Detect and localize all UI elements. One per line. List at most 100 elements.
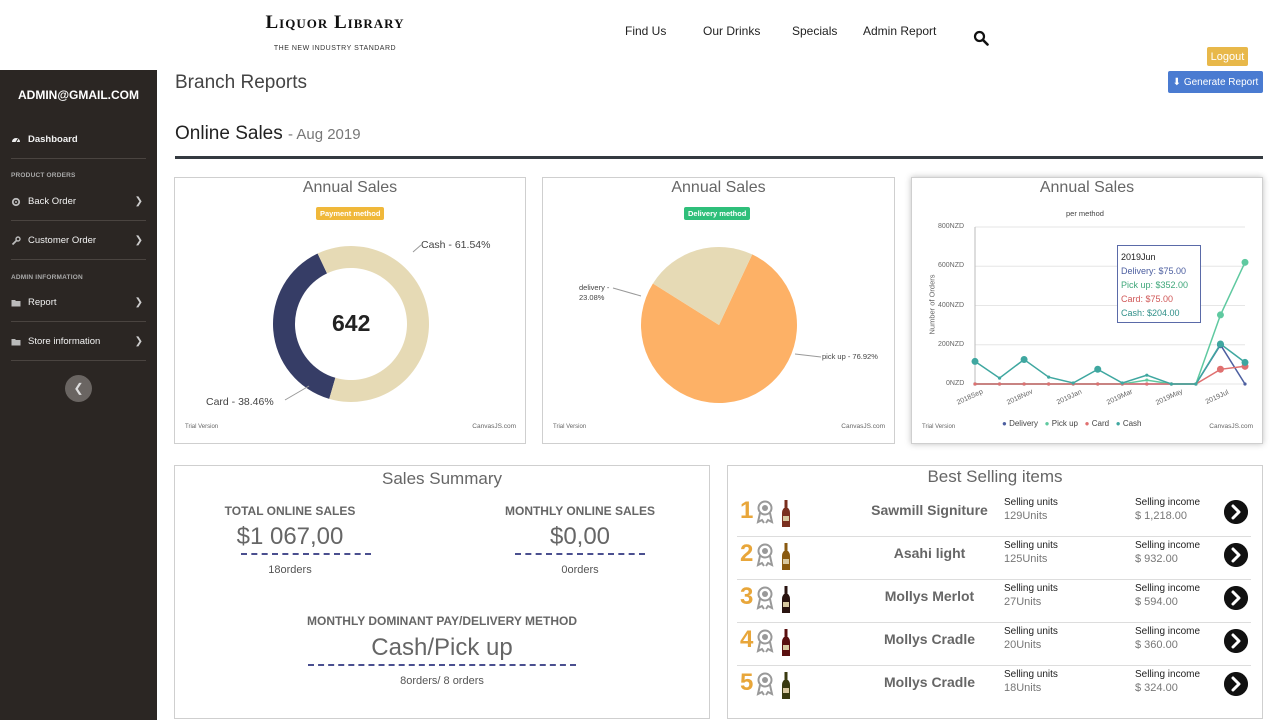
trial-version-label: Trial Version xyxy=(922,424,956,430)
sales-summary-card: Sales Summary TOTAL ONLINE SALES $1 067,… xyxy=(174,465,710,719)
item-name[interactable]: Mollys Cradle xyxy=(857,674,1002,690)
dominant-method-rule xyxy=(308,664,576,666)
data-point xyxy=(1071,381,1075,385)
arrow-right-icon[interactable] xyxy=(1224,586,1248,610)
item-name[interactable]: Asahi light xyxy=(857,545,1002,561)
logo[interactable]: Liquor Library THE NEW INDUSTRY STANDARD xyxy=(255,12,415,52)
sidebar-item-store-information[interactable]: Store information ❯ xyxy=(11,323,146,361)
selling-income-label: Selling income xyxy=(1135,669,1201,680)
slice-label-delivery: delivery - 23.08% xyxy=(579,283,610,302)
tooltip-title: 2019Jun xyxy=(1121,252,1156,262)
chevron-left-icon: ❮ xyxy=(73,381,84,395)
dominant-method-orders: 8orders/ 8 orders xyxy=(400,675,484,687)
arrow-right-icon[interactable] xyxy=(1224,543,1248,567)
item-name[interactable]: Mollys Merlot xyxy=(857,588,1002,604)
canvasjs-credit[interactable]: CanvasJS.com xyxy=(472,423,516,430)
legend-pickup[interactable]: Pick up xyxy=(1052,419,1078,428)
sidebar-item-back-order[interactable]: Back Order ❯ xyxy=(11,183,146,221)
wrench-icon xyxy=(11,235,21,245)
logout-button[interactable]: Logout xyxy=(1207,47,1248,66)
data-point xyxy=(971,357,979,365)
rank-number: 2 xyxy=(740,540,754,567)
selling-units-value: 125Units xyxy=(1004,553,1048,565)
data-point xyxy=(1022,382,1026,386)
selling-income-value: $ 324.00 xyxy=(1135,682,1178,694)
trial-version-label: Trial Version xyxy=(185,424,219,430)
nav-our-drinks[interactable]: Our Drinks xyxy=(703,24,760,38)
label-connector xyxy=(412,244,422,253)
arrow-right-icon[interactable] xyxy=(1224,629,1248,653)
folder-icon xyxy=(11,299,21,306)
total-sales-label: TOTAL ONLINE SALES xyxy=(224,504,356,518)
dominant-method-label: MONTHLY DOMINANT PAY/DELIVERY METHOD xyxy=(306,614,578,628)
best-selling-row: 3 Mollys Merlot Selling units 27Units Sellin… xyxy=(737,580,1251,623)
nav-specials[interactable]: Specials xyxy=(792,24,837,38)
method-line-chart-card: Annual Sales per method Number of Orders… xyxy=(911,177,1263,444)
tooltip-row-card: Card: $75.00 xyxy=(1121,294,1174,304)
item-name[interactable]: Sawmill Signiture xyxy=(857,502,1002,518)
rank-number: 3 xyxy=(740,583,754,610)
tooltip-row-delivery: Delivery: $75.00 xyxy=(1121,266,1187,276)
legend-delivery[interactable]: Delivery xyxy=(1009,419,1038,428)
chevron-right-icon: ❯ xyxy=(134,235,143,246)
data-point xyxy=(1216,365,1224,373)
best-selling-row: 2 Asahi light Selling units 125Units Selling… xyxy=(737,537,1251,580)
medal-icon xyxy=(756,543,774,567)
canvasjs-credit[interactable]: CanvasJS.com xyxy=(841,423,885,430)
selling-units-label: Selling units xyxy=(1004,583,1058,594)
generate-report-button[interactable]: ⬇ Generate Report xyxy=(1168,71,1263,93)
nav-admin-report[interactable]: Admin Report xyxy=(863,24,936,38)
legend-cash[interactable]: Cash xyxy=(1123,419,1142,428)
selling-income-label: Selling income xyxy=(1135,540,1201,551)
data-point xyxy=(1243,382,1247,386)
data-point xyxy=(997,382,1002,386)
arrow-right-icon[interactable] xyxy=(1224,672,1248,696)
dashboard-icon xyxy=(12,137,20,142)
sidebar-heading-product-orders: PRODUCT ORDERS xyxy=(11,172,76,179)
data-point xyxy=(1241,358,1249,366)
gear-icon xyxy=(11,197,21,206)
sidebar-item-customer-order[interactable]: Customer Order ❯ xyxy=(11,222,146,260)
section-title-date: - Aug 2019 xyxy=(288,126,361,143)
sidebar-item-dashboard[interactable]: Dashboard xyxy=(11,121,146,159)
medal-icon xyxy=(756,500,774,524)
data-point xyxy=(1120,381,1124,385)
data-point xyxy=(1145,378,1149,382)
search-icon[interactable] xyxy=(973,30,989,46)
sidebar-item-label: Back Order xyxy=(28,196,77,207)
slice-label-pickup: pick up - 76.92% xyxy=(822,352,878,361)
canvasjs-credit[interactable]: CanvasJS.com xyxy=(1209,423,1253,430)
chart-legend: ● Delivery ● Pick up ● Card ● Cash xyxy=(1002,419,1142,428)
logo-title: Liquor Library xyxy=(265,12,405,33)
medal-icon xyxy=(756,672,774,696)
top-bar: Liquor Library THE NEW INDUSTRY STANDARD… xyxy=(0,0,1280,70)
selling-income-value: $ 1,218.00 xyxy=(1135,510,1187,522)
bottle-icon xyxy=(782,586,790,613)
sidebar-collapse-button[interactable]: ❮ xyxy=(65,375,92,402)
arrow-right-icon[interactable] xyxy=(1224,500,1248,524)
data-point xyxy=(1194,382,1198,386)
best-selling-title: Best Selling items xyxy=(927,467,1063,486)
selling-income-label: Selling income xyxy=(1135,626,1201,637)
folder-icon xyxy=(11,338,21,345)
data-point xyxy=(1020,355,1028,363)
tooltip-row-pickup: Pick up: $352.00 xyxy=(1121,280,1189,290)
section-title: Online Sales - Aug 2019 xyxy=(175,123,361,145)
selling-units-label: Selling units xyxy=(1004,497,1058,508)
rank-number: 4 xyxy=(740,626,754,653)
data-point xyxy=(1241,258,1249,266)
logo-subtitle: THE NEW INDUSTRY STANDARD xyxy=(273,45,397,52)
item-name[interactable]: Mollys Cradle xyxy=(857,631,1002,647)
selling-units-value: 129Units xyxy=(1004,510,1048,522)
bottle-icon xyxy=(782,543,790,570)
best-selling-row: 5 Mollys Cradle Selling units 18Units Sellin… xyxy=(737,666,1251,709)
bottle-icon xyxy=(782,672,790,699)
nav-find-us[interactable]: Find Us xyxy=(625,24,666,38)
legend-card[interactable]: Card xyxy=(1092,419,1109,428)
page-title: Branch Reports xyxy=(175,72,308,93)
data-point xyxy=(1145,382,1149,386)
sidebar-item-report[interactable]: Report ❯ xyxy=(11,284,146,322)
data-point xyxy=(997,376,1002,380)
monthly-sales-orders: 0orders xyxy=(561,564,599,576)
data-point xyxy=(1169,382,1173,386)
